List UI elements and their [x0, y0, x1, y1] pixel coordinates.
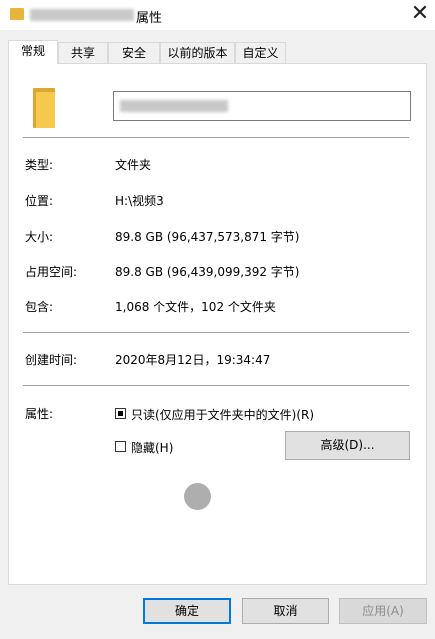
- divider: [23, 332, 409, 333]
- general-panel: 类型: 文件夹 位置: H:\视频3 大小: 89.8 GB (96,437,5…: [8, 63, 427, 585]
- size-label: 大小:: [25, 230, 54, 244]
- apply-button[interactable]: 应用(A): [339, 598, 427, 624]
- tab-sharing[interactable]: 共享: [58, 42, 108, 63]
- type-label: 类型:: [25, 158, 54, 172]
- size-on-disk-value: 89.8 GB (96,439,099,392 字节): [115, 265, 300, 279]
- tab-customize[interactable]: 自定义: [235, 42, 286, 63]
- tab-previous-versions[interactable]: 以前的版本: [160, 42, 235, 63]
- tab-general[interactable]: 常规: [8, 40, 58, 64]
- readonly-checkbox[interactable]: [115, 408, 126, 419]
- type-value: 文件夹: [115, 158, 152, 172]
- size-value: 89.8 GB (96,437,573,871 字节): [115, 230, 300, 244]
- created-value: 2020年8月12日，19:34:47: [115, 353, 271, 367]
- ok-button[interactable]: 确定: [143, 598, 231, 624]
- tab-security[interactable]: 安全: [108, 42, 160, 63]
- attributes-label: 属性:: [25, 407, 54, 421]
- folder-name-redacted: [120, 100, 228, 112]
- size-on-disk-label: 占用空间:: [25, 265, 78, 279]
- contains-label: 包含:: [25, 300, 54, 314]
- advanced-button[interactable]: 高级(D)...: [285, 431, 410, 460]
- title-bar: 属性 ✕: [0, 0, 435, 30]
- location-label: 位置:: [25, 194, 54, 208]
- cursor-indicator: [184, 483, 211, 510]
- cancel-button[interactable]: 取消: [242, 598, 329, 624]
- folder-name-input[interactable]: [113, 91, 411, 121]
- divider: [23, 385, 409, 386]
- hidden-label[interactable]: 隐藏(H): [131, 439, 173, 456]
- contains-value: 1,068 个文件，102 个文件夹: [115, 300, 276, 314]
- folder-icon: [33, 88, 55, 128]
- divider: [23, 137, 409, 138]
- folder-small-icon: [10, 8, 24, 20]
- location-value: H:\视频3: [115, 194, 164, 208]
- close-icon[interactable]: ✕: [405, 1, 435, 29]
- window-title: 属性: [136, 11, 163, 26]
- created-label: 创建时间:: [25, 353, 78, 367]
- readonly-label[interactable]: 只读(仅应用于文件夹中的文件)(R): [131, 406, 314, 423]
- hidden-checkbox[interactable]: [115, 441, 126, 452]
- title-name-redacted: [30, 9, 134, 21]
